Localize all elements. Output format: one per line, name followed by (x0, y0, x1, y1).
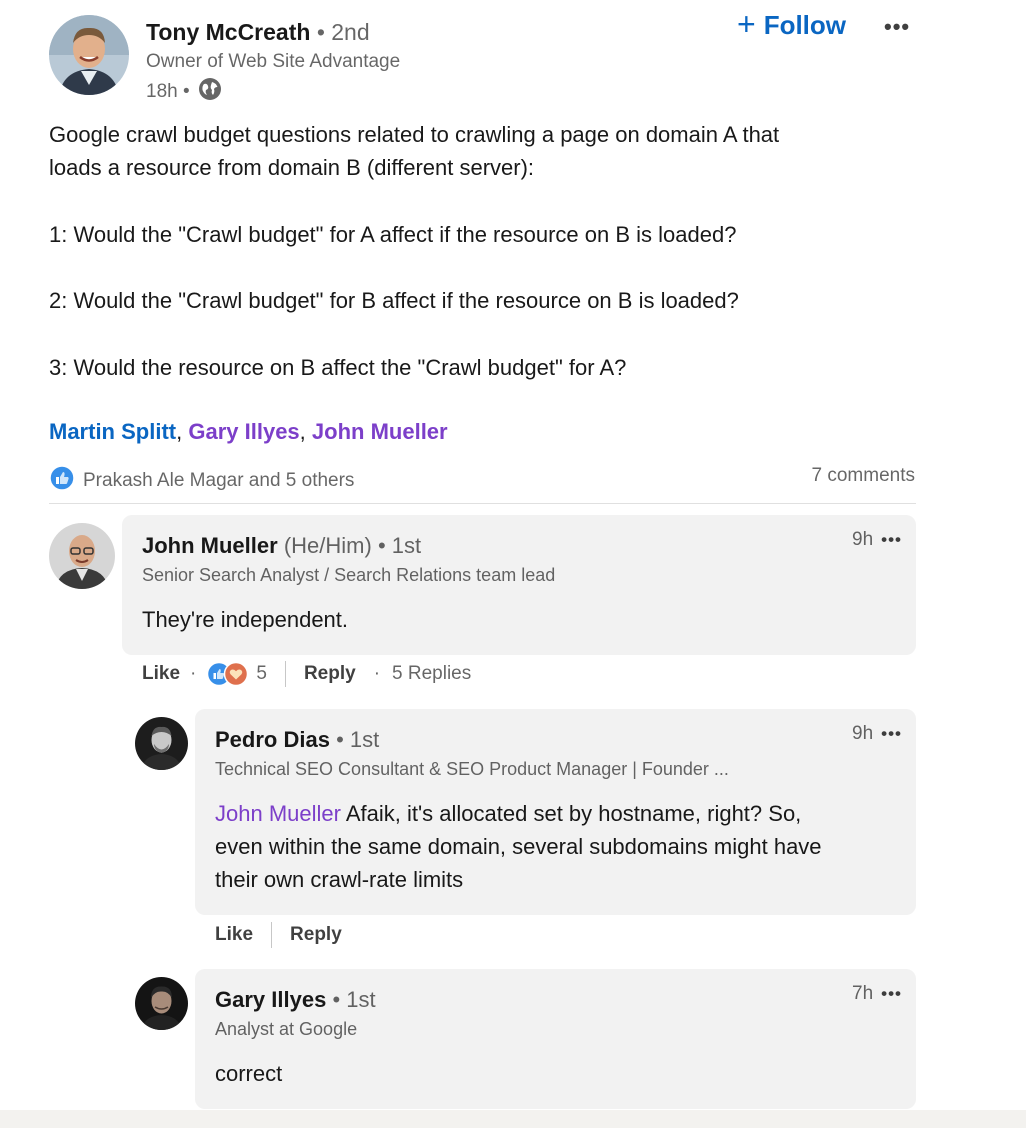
reply-meta: 7h ••• (852, 983, 902, 1005)
author-name[interactable]: Tony McCreath • 2nd (146, 19, 370, 46)
commenter-degree: • 1st (377, 533, 422, 558)
comment-more-options-button[interactable]: ••• (881, 530, 902, 550)
post-more-options-button[interactable]: ••• (884, 14, 910, 40)
divider (271, 922, 273, 948)
author-avatar[interactable] (49, 15, 129, 95)
reply-timestamp: 9h (852, 723, 874, 744)
reply-bubble: Pedro Dias • 1st Technical SEO Consultan… (195, 709, 916, 915)
reactions-summary[interactable]: Prakash Ale Magar and 5 others (49, 465, 354, 497)
post-text-line: loads a resource from domain B (differen… (49, 155, 535, 180)
replier-avatar[interactable] (135, 977, 188, 1030)
post-question-1: 1: Would the "Crawl budget" for A affect… (49, 222, 737, 247)
replier-degree: • 1st (332, 987, 376, 1012)
replier-avatar[interactable] (135, 717, 188, 770)
plus-icon: + (737, 6, 756, 42)
replier-headline: Technical SEO Consultant & SEO Product M… (215, 759, 729, 779)
reaction-count[interactable]: 5 (256, 663, 267, 685)
reply-text-line: John Mueller Afaik, it's allocated set b… (215, 801, 802, 826)
reply-text-line: even within the same domain, several sub… (215, 834, 822, 859)
replier-headline: Analyst at Google (215, 1019, 358, 1039)
reply-button[interactable]: Reply (304, 663, 356, 685)
separator-dot: · (190, 663, 197, 684)
reply-text: correct (215, 1061, 283, 1086)
reply-actions: Like Reply (215, 922, 342, 948)
separator-dot: · (373, 663, 381, 684)
comment-timestamp: 9h (852, 529, 874, 550)
mention-gary-illyes[interactable]: Gary Illyes (188, 419, 299, 444)
author-degree: • 2nd (316, 19, 370, 45)
post-text-line: Google crawl budget questions related to… (49, 122, 780, 147)
post-question-2: 2: Would the "Crawl budget" for B affect… (49, 288, 739, 313)
reaction-icons[interactable] (206, 661, 250, 687)
comment-text: They're independent. (142, 607, 349, 632)
author-headline: Owner of Web Site Advantage (146, 51, 401, 72)
commenter-headline: Senior Search Analyst / Search Relations… (142, 565, 556, 585)
divider (49, 503, 916, 504)
reply-more-options-button[interactable]: ••• (881, 984, 902, 1004)
replier-degree: • 1st (336, 727, 380, 752)
commenter-pronouns: (He/Him) (283, 533, 372, 558)
post-mentions: Martin Splitt, Gary Illyes, John Mueller (49, 419, 448, 444)
commenter-avatar[interactable] (49, 523, 115, 589)
reply-timestamp: 7h (852, 983, 874, 1004)
mention-martin-splitt[interactable]: Martin Splitt (49, 419, 176, 444)
comment-actions: Like · 5 Reply · 5 Replies (142, 661, 471, 687)
reply-text-line: their own crawl-rate limits (215, 867, 464, 892)
mention-john-mueller[interactable]: John Mueller (215, 801, 341, 826)
comments-count-link[interactable]: 7 comments (812, 465, 915, 487)
like-button[interactable]: Like (142, 663, 180, 685)
divider (284, 661, 286, 687)
globe-icon (198, 77, 222, 107)
reply-more-options-button[interactable]: ••• (881, 724, 902, 744)
post-question-3: 3: Would the resource on B affect the "C… (49, 355, 627, 380)
commenter-name[interactable]: John Mueller (He/Him) • 1st (142, 533, 421, 559)
comment-meta: 9h ••• (852, 529, 902, 551)
reply-button[interactable]: Reply (290, 924, 342, 946)
follow-button[interactable]: + Follow (737, 6, 846, 42)
like-button[interactable]: Like (215, 924, 253, 946)
mention-john-mueller[interactable]: John Mueller (312, 419, 448, 444)
post-timestamp: 18h • (146, 77, 222, 107)
replies-count-link[interactable]: 5 Replies (392, 663, 471, 685)
like-reaction-icon (49, 465, 75, 497)
comment-bubble: John Mueller (He/Him) • 1st Senior Searc… (122, 515, 916, 655)
like-heart-reaction-icon (207, 661, 249, 687)
replier-name[interactable]: Pedro Dias • 1st (215, 727, 379, 753)
reply-bubble: Gary Illyes • 1st Analyst at Google corr… (195, 969, 916, 1109)
replier-name[interactable]: Gary Illyes • 1st (215, 987, 376, 1013)
page-background-strip (0, 1110, 1026, 1128)
reply-meta: 9h ••• (852, 723, 902, 745)
reactions-text[interactable]: Prakash Ale Magar and 5 others (83, 470, 354, 492)
